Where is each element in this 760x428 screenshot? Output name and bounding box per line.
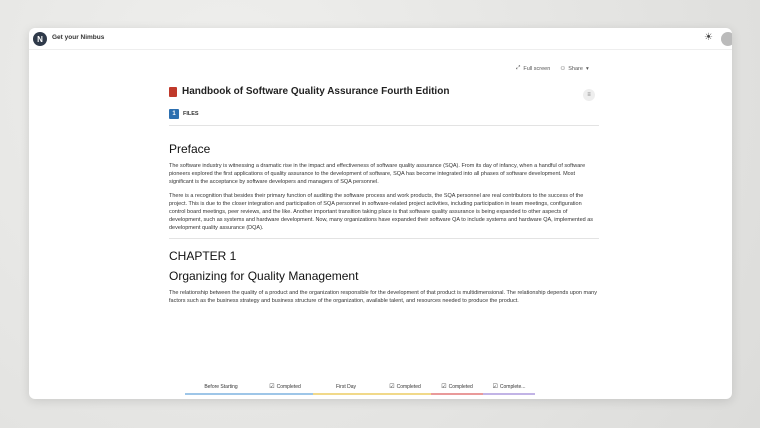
chapter-paragraph: The relationship between the quality of … (169, 290, 597, 304)
progress-cell[interactable]: ☑ Completed (431, 380, 483, 395)
progress-label: Completed (276, 383, 301, 390)
share-icon: ⚇ (560, 65, 566, 72)
progress-cell[interactable]: First Day (313, 380, 379, 395)
progress-label: Completed (448, 383, 473, 390)
share-label: Share (568, 65, 583, 72)
book-icon (169, 86, 177, 97)
app-title: Get your Nimbus (52, 34, 105, 41)
checkbox-icon: ☑ (389, 384, 395, 390)
avatar[interactable] (721, 32, 732, 46)
nimbus-logo[interactable]: N (33, 32, 47, 46)
progress-cell[interactable]: ☑ Completed (257, 380, 313, 395)
chapter-label: CHAPTER 1 (169, 249, 237, 263)
fullscreen-button[interactable]: ⤢ Full screen (516, 65, 550, 72)
app-window: N Get your Nimbus ☀ ⤢ Full screen ⚇ Shar… (29, 28, 732, 399)
chapter-title: Organizing for Quality Management (169, 269, 359, 283)
fullscreen-label: Full screen (523, 65, 551, 72)
doc-title-row: Handbook of Software Quality Assurance F… (169, 86, 599, 97)
checkbox-icon: ☑ (492, 384, 498, 390)
progress-cell[interactable]: ☑ Complete... (483, 380, 535, 395)
progress-cell[interactable]: ☑ Completed (379, 380, 431, 395)
files-count-badge: 1 (169, 109, 179, 119)
files-label: FILES (183, 111, 199, 117)
comment-icon[interactable]: ≡ (583, 89, 595, 101)
top-bar: N Get your Nimbus ☀ (29, 28, 732, 50)
divider (169, 125, 599, 126)
checkbox-icon: ☑ (269, 384, 275, 390)
document: Handbook of Software Quality Assurance F… (169, 86, 599, 305)
preface-heading: Preface (169, 142, 211, 156)
theme-toggle-icon[interactable]: ☀ (704, 33, 714, 43)
progress-label: Completed (396, 383, 421, 390)
progress-label: Before Starting (204, 383, 238, 390)
page-title: Handbook of Software Quality Assurance F… (182, 86, 450, 97)
share-button[interactable]: ⚇ Share ▾ (560, 65, 588, 72)
preface-paragraph-2: There is a recognition that besides thei… (169, 193, 594, 231)
files-row[interactable]: 1 FILES (169, 109, 599, 119)
fullscreen-icon: ⤢ (516, 65, 521, 71)
divider (169, 238, 599, 239)
progress-table: Before Starting ☑ Completed First Day ☑ … (185, 380, 535, 395)
preface-paragraph-1: The software industry is witnessing a dr… (169, 163, 586, 185)
progress-label: First Day (336, 383, 356, 390)
progress-cell[interactable]: Before Starting (185, 380, 257, 395)
chevron-down-icon: ▾ (585, 65, 589, 72)
progress-label: Complete... (499, 383, 526, 390)
checkbox-icon: ☑ (441, 384, 447, 390)
doc-toolbar: ⤢ Full screen ⚇ Share ▾ (516, 65, 589, 72)
